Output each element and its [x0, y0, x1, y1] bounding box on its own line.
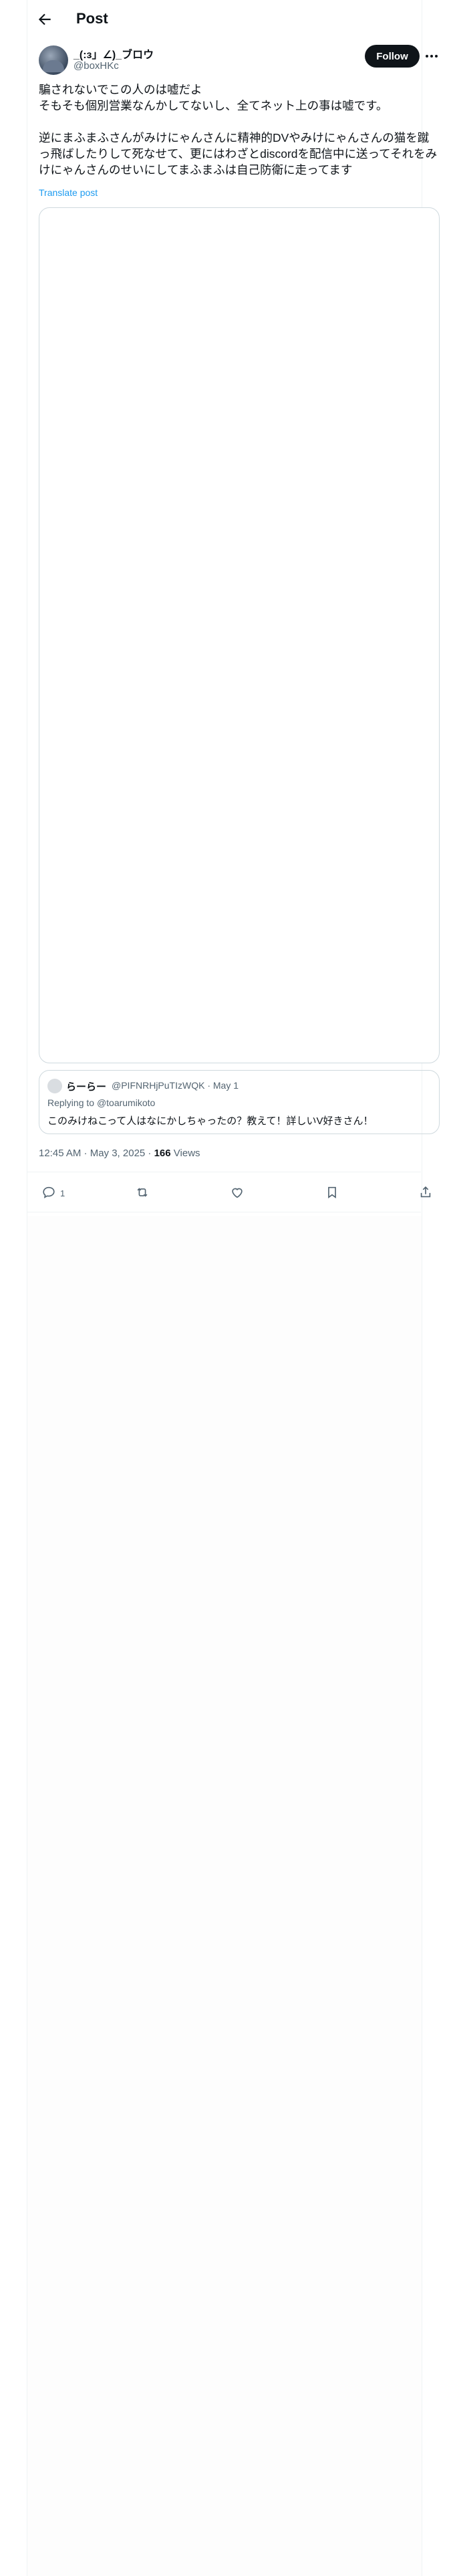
views-label: Views: [170, 1148, 200, 1159]
repost-button[interactable]: [135, 1185, 150, 1201]
share-icon: [418, 1185, 433, 1202]
follow-button[interactable]: Follow: [365, 45, 420, 68]
top-bar: Post: [27, 0, 421, 39]
quote-text: このみけねこって人はなにかしちゃったの？教えて！詳しいV好きさん！: [47, 1115, 373, 1127]
bookmark-button[interactable]: [325, 1185, 339, 1201]
views-count: 166: [154, 1148, 171, 1159]
like-button[interactable]: [230, 1185, 245, 1201]
share-button[interactable]: [418, 1185, 433, 1201]
page-title: Post: [76, 10, 108, 27]
quote-replying-handle[interactable]: @toarumikoto: [97, 1097, 155, 1108]
translate-link[interactable]: Translate post: [39, 187, 98, 198]
back-arrow-icon[interactable]: [36, 11, 53, 28]
media-card[interactable]: [39, 207, 440, 1063]
quote-replying-to: Replying to @toarumikoto: [47, 1097, 155, 1108]
repost-icon: [135, 1185, 150, 1202]
author-name[interactable]: _(:з」∠)_ブロウ: [73, 45, 154, 62]
reply-button[interactable]: 1: [41, 1185, 65, 1201]
bookmark-icon: [325, 1185, 339, 1202]
reply-icon: [41, 1185, 56, 1202]
quote-avatar: [47, 1079, 62, 1093]
quote-author-name: らーらー: [66, 1081, 107, 1093]
tweet-text: 騙されないでこの人のは嘘だよ そもそも個別営業なんかしてないし、全てネット上の事…: [39, 83, 438, 177]
more-options-icon[interactable]: [424, 47, 440, 66]
post-timestamp[interactable]: 12:45 AM · May 3, 2025 ·: [39, 1148, 154, 1159]
avatar[interactable]: [39, 45, 68, 75]
quote-replying-prefix: Replying to: [47, 1097, 97, 1108]
post-meta: 12:45 AM · May 3, 2025 · 166 Views: [39, 1148, 200, 1159]
reply-count: 1: [60, 1188, 65, 1198]
quoted-post[interactable]: らーらー @PIFNRHjPuTIzWQK · May 1 Replying t…: [39, 1070, 440, 1134]
empty-area: [27, 1216, 422, 2576]
author-handle[interactable]: @boxHKc: [73, 60, 119, 72]
heart-icon: [230, 1185, 245, 1202]
quote-author-handle: @PIFNRHjPuTIzWQK · May 1: [112, 1080, 239, 1091]
